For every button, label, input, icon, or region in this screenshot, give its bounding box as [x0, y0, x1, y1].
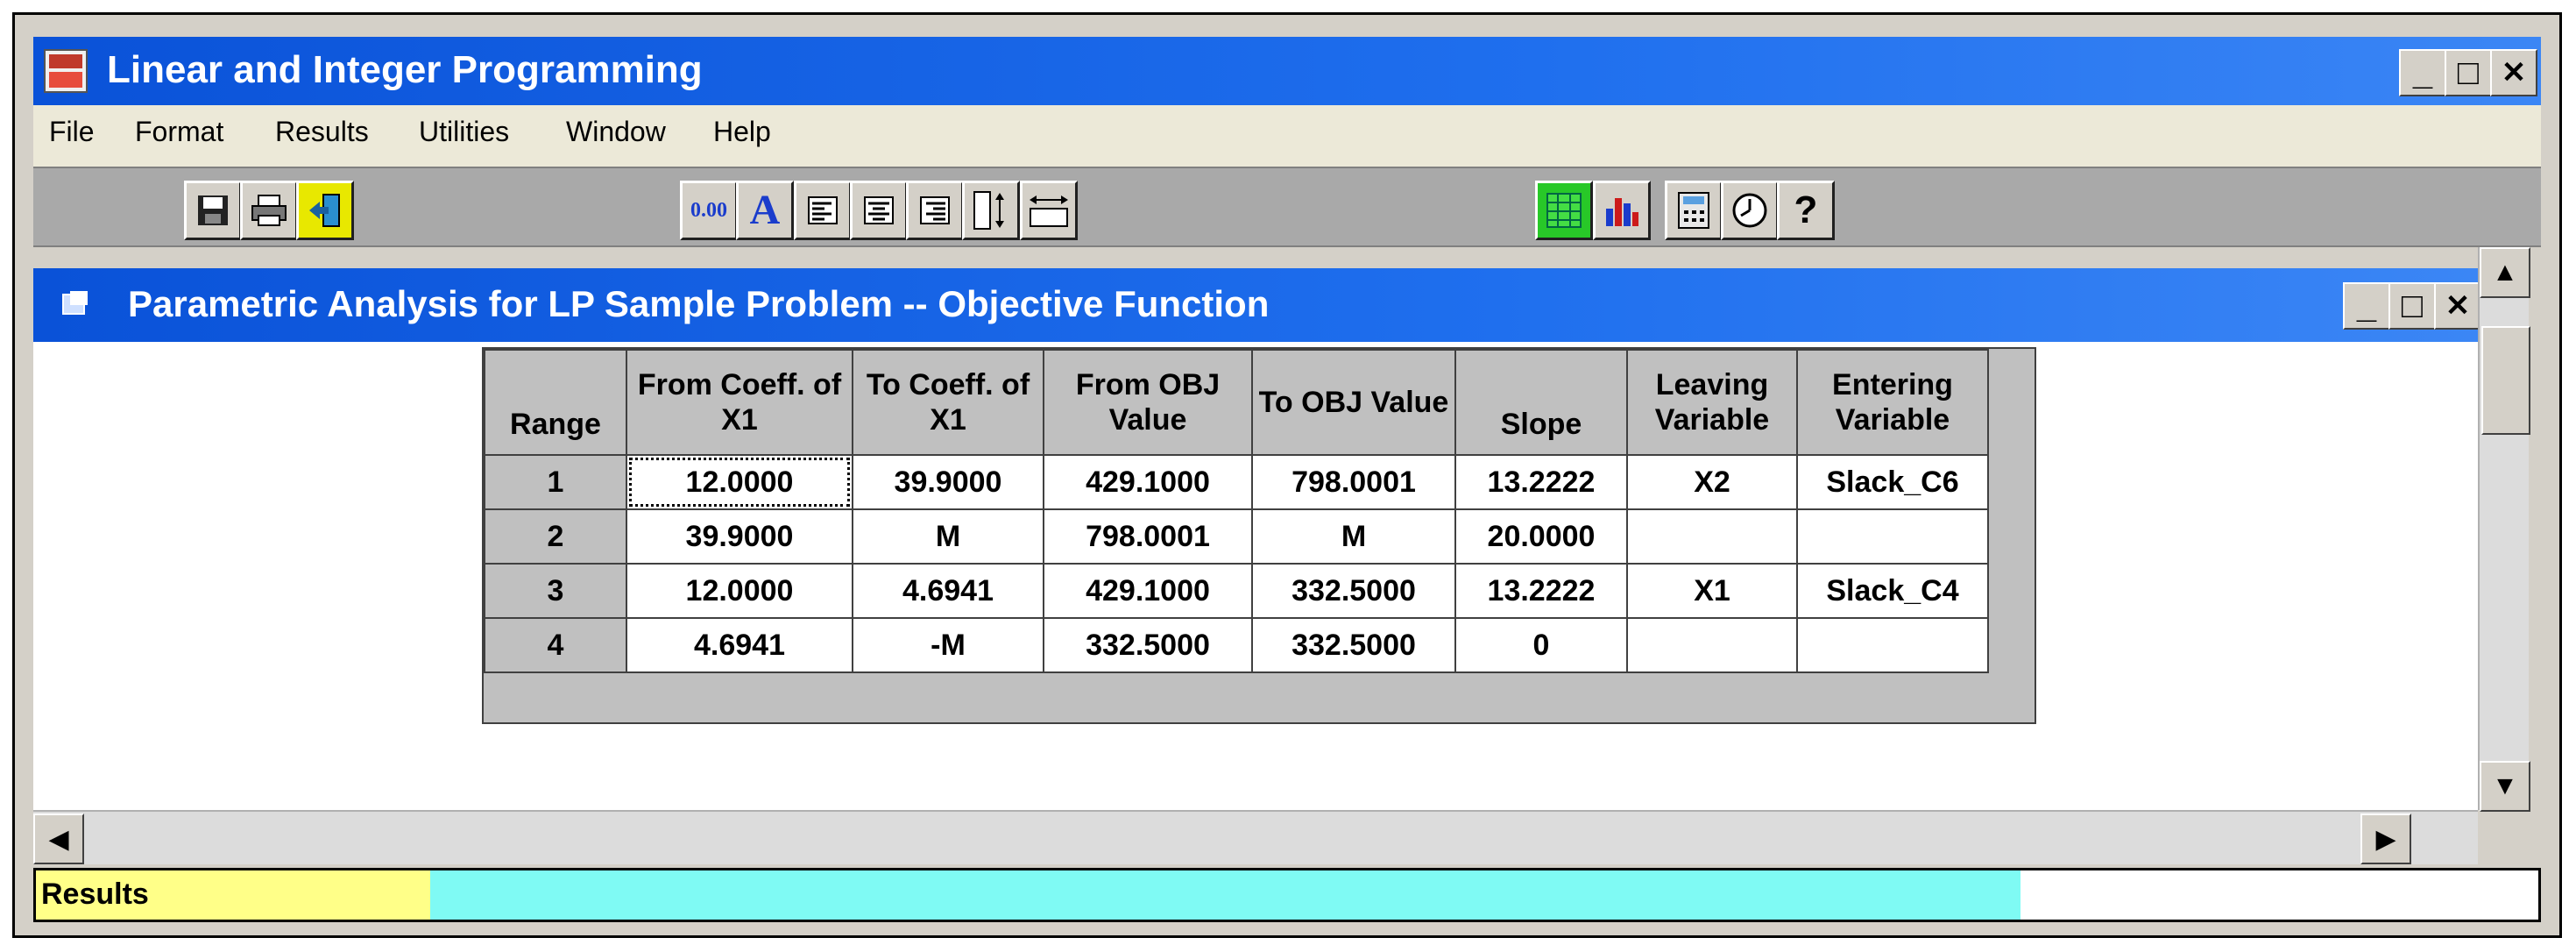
maximize-button[interactable]: □ — [2445, 49, 2492, 96]
table-cell[interactable]: M — [1251, 508, 1456, 565]
table-row: 1 12.0000 39.9000 429.1000 798.0001 13.2… — [484, 454, 1989, 510]
menu-bar: File Format Results Utilities Window Hel… — [33, 105, 2541, 167]
clock-icon[interactable] — [1721, 181, 1779, 240]
save-icon[interactable] — [184, 181, 242, 240]
scroll-down-button[interactable]: ▼ — [2480, 761, 2530, 812]
table-cell[interactable]: 4.6941 — [852, 563, 1044, 619]
table-cell[interactable] — [1626, 508, 1798, 565]
menu-utilities[interactable]: Utilities — [419, 116, 509, 148]
app-icon — [44, 49, 88, 93]
inner-window-title: Parametric Analysis for LP Sample Proble… — [128, 283, 1270, 324]
table-cell[interactable]: M — [852, 508, 1044, 565]
column-header[interactable]: To Coeff. of X1 — [852, 349, 1044, 456]
font-icon[interactable]: A — [736, 181, 794, 240]
horizontal-scrollbar[interactable]: ◀ ▶ — [33, 810, 2478, 864]
table-cell[interactable] — [1796, 508, 1989, 565]
menu-help[interactable]: Help — [713, 116, 771, 148]
row-header[interactable]: 1 — [484, 454, 627, 510]
align-right-icon[interactable] — [906, 181, 964, 240]
table-cell[interactable]: 332.5000 — [1251, 617, 1456, 673]
column-width-icon[interactable] — [1020, 181, 1078, 240]
exit-icon[interactable] — [296, 181, 354, 240]
minimize-button[interactable]: _ — [2399, 49, 2446, 96]
table-cell[interactable]: 20.0000 — [1454, 508, 1628, 565]
inner-minimize-button[interactable]: _ — [2343, 282, 2390, 330]
toolbar: 0.00 A ? — [33, 167, 2541, 247]
inner-close-button[interactable]: ✕ — [2434, 282, 2481, 330]
column-header[interactable]: Range — [484, 349, 627, 456]
menu-window[interactable]: Window — [566, 116, 666, 148]
table-cell[interactable]: Slack_C6 — [1796, 454, 1989, 510]
table-cell[interactable]: X2 — [1626, 454, 1798, 510]
table-cell[interactable]: 12.0000 — [626, 454, 853, 510]
scroll-left-button[interactable]: ◀ — [33, 813, 84, 864]
vertical-scrollbar[interactable]: ▲ ▼ — [2478, 247, 2530, 812]
inner-maximize-button[interactable]: □ — [2388, 282, 2436, 330]
table-row: 2 39.9000 M 798.0001 M 20.0000 — [484, 508, 1989, 565]
vertical-scroll-thumb[interactable] — [2481, 326, 2530, 435]
table-cell[interactable]: 798.0001 — [1043, 508, 1253, 565]
align-center-icon[interactable] — [850, 181, 908, 240]
table-cell[interactable] — [1796, 617, 1989, 673]
status-panel-progress — [430, 870, 2020, 920]
app-title: Linear and Integer Programming — [107, 48, 703, 91]
row-header[interactable]: 3 — [484, 563, 627, 619]
scroll-up-button[interactable]: ▲ — [2480, 247, 2530, 298]
table-cell[interactable]: 4.6941 — [626, 617, 853, 673]
row-header[interactable]: 4 — [484, 617, 627, 673]
table-cell[interactable]: 39.9000 — [626, 508, 853, 565]
column-header[interactable]: From Coeff. of X1 — [626, 349, 853, 456]
table-row: 3 12.0000 4.6941 429.1000 332.5000 13.22… — [484, 563, 1989, 619]
menu-format[interactable]: Format — [135, 116, 223, 148]
grid-icon[interactable] — [1535, 181, 1593, 240]
table-cell[interactable]: Slack_C4 — [1796, 563, 1989, 619]
status-label: Results — [41, 877, 149, 911]
table-cell[interactable]: 798.0001 — [1251, 454, 1456, 510]
table-cell[interactable]: 429.1000 — [1043, 454, 1253, 510]
help-icon[interactable]: ? — [1777, 181, 1835, 240]
row-height-icon[interactable] — [962, 181, 1020, 240]
table-cell[interactable]: 332.5000 — [1043, 617, 1253, 673]
table-cell[interactable] — [1626, 617, 1798, 673]
scroll-right-button[interactable]: ▶ — [2360, 813, 2411, 864]
table-cell[interactable]: 13.2222 — [1454, 454, 1628, 510]
column-header[interactable]: To OBJ Value — [1251, 349, 1456, 456]
table-cell[interactable]: -M — [852, 617, 1044, 673]
table-cell[interactable]: X1 — [1626, 563, 1798, 619]
column-header[interactable]: From OBJ Value — [1043, 349, 1253, 456]
bar-chart-icon[interactable] — [1593, 181, 1651, 240]
table-cell[interactable]: 13.2222 — [1454, 563, 1628, 619]
column-header[interactable]: Leaving Variable — [1626, 349, 1798, 456]
close-button[interactable]: ✕ — [2490, 49, 2537, 96]
calculator-icon[interactable] — [1665, 181, 1723, 240]
align-left-icon[interactable] — [794, 181, 852, 240]
table-cell[interactable]: 39.9000 — [852, 454, 1044, 510]
column-header[interactable]: Slope — [1454, 349, 1628, 456]
table-row: 4 4.6941 -M 332.5000 332.5000 0 — [484, 617, 1989, 673]
table-cell[interactable]: 12.0000 — [626, 563, 853, 619]
table-cell[interactable]: 332.5000 — [1251, 563, 1456, 619]
print-icon[interactable] — [240, 181, 298, 240]
main-title-bar[interactable]: Linear and Integer Programming _ □ ✕ — [33, 37, 2541, 105]
decimal-icon[interactable]: 0.00 — [680, 181, 738, 240]
menu-file[interactable]: File — [49, 116, 95, 148]
table-cell[interactable]: 429.1000 — [1043, 563, 1253, 619]
table-header-row: Range From Coeff. of X1 To Coeff. of X1 … — [484, 349, 1989, 456]
inner-window-title-bar[interactable]: Parametric Analysis for LP Sample Proble… — [33, 268, 2481, 342]
row-header[interactable]: 2 — [484, 508, 627, 565]
parametric-analysis-grid: Range From Coeff. of X1 To Coeff. of X1 … — [482, 347, 2036, 724]
column-header[interactable]: Entering Variable — [1796, 349, 1989, 456]
window-icon — [62, 291, 88, 315]
table-cell[interactable]: 0 — [1454, 617, 1628, 673]
menu-results[interactable]: Results — [275, 116, 369, 148]
results-table: Range From Coeff. of X1 To Coeff. of X1 … — [484, 349, 1989, 673]
status-bar: Results — [33, 868, 2541, 922]
